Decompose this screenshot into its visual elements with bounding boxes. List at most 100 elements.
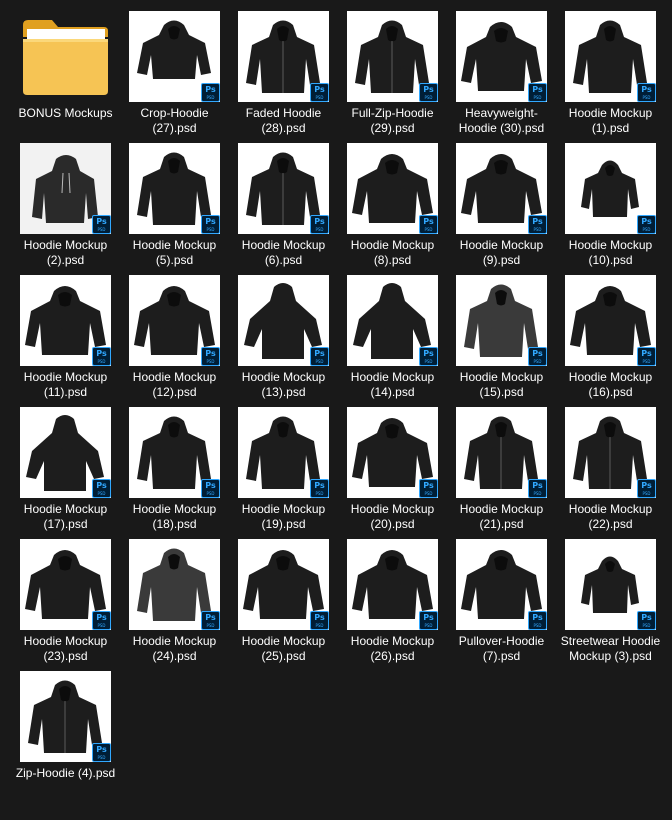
file-thumbnail: Ps PSD (129, 275, 220, 366)
file-item[interactable]: Ps PSD Zip-Hoodie (4).psd (11, 665, 120, 797)
file-name: Hoodie Mockup (14).psd (350, 370, 435, 399)
photoshop-file-icon: Ps PSD (528, 215, 547, 234)
file-item[interactable]: Ps PSD Crop-Hoodie (27).psd (120, 5, 229, 137)
photoshop-file-icon: Ps PSD (310, 347, 329, 366)
file-item[interactable]: Ps PSD Hoodie Mockup (13).psd (229, 269, 338, 401)
file-item[interactable]: Ps PSD Hoodie Mockup (18).psd (120, 401, 229, 533)
file-item[interactable]: Ps PSD Hoodie Mockup (26).psd (338, 533, 447, 665)
photoshop-file-icon: Ps PSD (310, 479, 329, 498)
photoshop-file-icon: Ps PSD (637, 611, 656, 630)
file-name: Hoodie Mockup (17).psd (23, 502, 108, 531)
file-thumbnail: Ps PSD (456, 11, 547, 102)
file-name: Hoodie Mockup (16).psd (568, 370, 653, 399)
file-item[interactable]: Ps PSD Hoodie Mockup (9).psd (447, 137, 556, 269)
file-name: Hoodie Mockup (15).psd (459, 370, 544, 399)
file-thumbnail: Ps PSD (129, 407, 220, 498)
file-thumbnail: Ps PSD (20, 539, 111, 630)
photoshop-file-icon: Ps PSD (528, 83, 547, 102)
file-item[interactable]: Ps PSD Hoodie Mockup (21).psd (447, 401, 556, 533)
photoshop-file-icon: Ps PSD (92, 347, 111, 366)
file-name: Streetwear Hoodie Mockup (3).psd (560, 634, 661, 663)
file-item[interactable]: Ps PSD Heavyweight-Hoodie (30).psd (447, 5, 556, 137)
file-name: Full-Zip-Hoodie (29).psd (351, 106, 434, 135)
file-name: Hoodie Mockup (26).psd (350, 634, 435, 663)
file-thumbnail: Ps PSD (456, 143, 547, 234)
file-item[interactable]: Ps PSD Hoodie Mockup (5).psd (120, 137, 229, 269)
file-grid: BONUS Mockups Ps PSD Crop-Hoodie (27).ps… (11, 5, 665, 797)
file-thumbnail: Ps PSD (565, 407, 656, 498)
file-thumbnail: Ps PSD (565, 539, 656, 630)
file-name: Hoodie Mockup (20).psd (350, 502, 435, 531)
file-name: Pullover-Hoodie (7).psd (458, 634, 545, 663)
photoshop-file-icon: Ps PSD (637, 83, 656, 102)
file-name: Hoodie Mockup (13).psd (241, 370, 326, 399)
photoshop-file-icon: Ps PSD (528, 347, 547, 366)
file-item[interactable]: Ps PSD Faded Hoodie (28).psd (229, 5, 338, 137)
photoshop-file-icon: Ps PSD (310, 611, 329, 630)
file-item[interactable]: Ps PSD Hoodie Mockup (23).psd (11, 533, 120, 665)
file-name: Hoodie Mockup (2).psd (23, 238, 108, 267)
photoshop-file-icon: Ps PSD (201, 215, 220, 234)
file-item[interactable]: Ps PSD Hoodie Mockup (20).psd (338, 401, 447, 533)
file-item[interactable]: Ps PSD Hoodie Mockup (22).psd (556, 401, 665, 533)
file-thumbnail: Ps PSD (238, 407, 329, 498)
photoshop-file-icon: Ps PSD (637, 479, 656, 498)
file-name: Hoodie Mockup (19).psd (241, 502, 326, 531)
photoshop-file-icon: Ps PSD (637, 215, 656, 234)
file-item[interactable]: Ps PSD Hoodie Mockup (11).psd (11, 269, 120, 401)
file-name: Hoodie Mockup (9).psd (459, 238, 544, 267)
file-item[interactable]: Ps PSD Hoodie Mockup (8).psd (338, 137, 447, 269)
file-thumbnail: Ps PSD (238, 11, 329, 102)
file-item[interactable]: Ps PSD Hoodie Mockup (6).psd (229, 137, 338, 269)
file-item[interactable]: Ps PSD Hoodie Mockup (15).psd (447, 269, 556, 401)
file-item[interactable]: Ps PSD Hoodie Mockup (24).psd (120, 533, 229, 665)
file-name: Hoodie Mockup (25).psd (241, 634, 326, 663)
file-thumbnail: Ps PSD (238, 275, 329, 366)
file-item[interactable]: Ps PSD Hoodie Mockup (1).psd (556, 5, 665, 137)
photoshop-file-icon: Ps PSD (310, 215, 329, 234)
photoshop-file-icon: Ps PSD (92, 215, 111, 234)
file-name: Zip-Hoodie (4).psd (15, 766, 116, 780)
file-thumbnail: Ps PSD (347, 539, 438, 630)
photoshop-file-icon: Ps PSD (419, 479, 438, 498)
file-name: Crop-Hoodie (27).psd (140, 106, 209, 135)
photoshop-file-icon: Ps PSD (201, 479, 220, 498)
file-thumbnail: Ps PSD (456, 275, 547, 366)
file-item[interactable]: Ps PSD Hoodie Mockup (14).psd (338, 269, 447, 401)
file-thumbnail: Ps PSD (456, 407, 547, 498)
file-thumbnail: Ps PSD (20, 671, 111, 762)
file-thumbnail: Ps PSD (347, 275, 438, 366)
file-thumbnail: Ps PSD (129, 143, 220, 234)
photoshop-file-icon: Ps PSD (201, 347, 220, 366)
file-item[interactable]: Ps PSD Hoodie Mockup (17).psd (11, 401, 120, 533)
photoshop-file-icon: Ps PSD (201, 611, 220, 630)
folder-item[interactable]: BONUS Mockups (11, 5, 120, 137)
file-item[interactable]: Ps PSD Hoodie Mockup (19).psd (229, 401, 338, 533)
photoshop-file-icon: Ps PSD (419, 611, 438, 630)
file-item[interactable]: Ps PSD Hoodie Mockup (16).psd (556, 269, 665, 401)
photoshop-file-icon: Ps PSD (92, 743, 111, 762)
file-thumbnail: Ps PSD (129, 11, 220, 102)
file-name: Hoodie Mockup (5).psd (132, 238, 217, 267)
file-item[interactable]: Ps PSD Streetwear Hoodie Mockup (3).psd (556, 533, 665, 665)
photoshop-file-icon: Ps PSD (637, 347, 656, 366)
file-item[interactable]: Ps PSD Pullover-Hoodie (7).psd (447, 533, 556, 665)
photoshop-file-icon: Ps PSD (201, 83, 220, 102)
file-item[interactable]: Ps PSD Hoodie Mockup (25).psd (229, 533, 338, 665)
file-name: Hoodie Mockup (18).psd (132, 502, 217, 531)
photoshop-file-icon: Ps PSD (528, 611, 547, 630)
file-name: Faded Hoodie (28).psd (245, 106, 322, 135)
file-thumbnail: Ps PSD (238, 143, 329, 234)
file-name: Hoodie Mockup (8).psd (350, 238, 435, 267)
file-thumbnail: Ps PSD (456, 539, 547, 630)
photoshop-file-icon: Ps PSD (419, 83, 438, 102)
file-item[interactable]: Ps PSD Hoodie Mockup (2).psd (11, 137, 120, 269)
file-name: Heavyweight-Hoodie (30).psd (458, 106, 545, 135)
file-name: Hoodie Mockup (1).psd (568, 106, 653, 135)
file-thumbnail: Ps PSD (129, 539, 220, 630)
file-name: Hoodie Mockup (12).psd (132, 370, 217, 399)
file-item[interactable]: Ps PSD Hoodie Mockup (12).psd (120, 269, 229, 401)
file-name: Hoodie Mockup (22).psd (568, 502, 653, 531)
file-item[interactable]: Ps PSD Hoodie Mockup (10).psd (556, 137, 665, 269)
file-item[interactable]: Ps PSD Full-Zip-Hoodie (29).psd (338, 5, 447, 137)
